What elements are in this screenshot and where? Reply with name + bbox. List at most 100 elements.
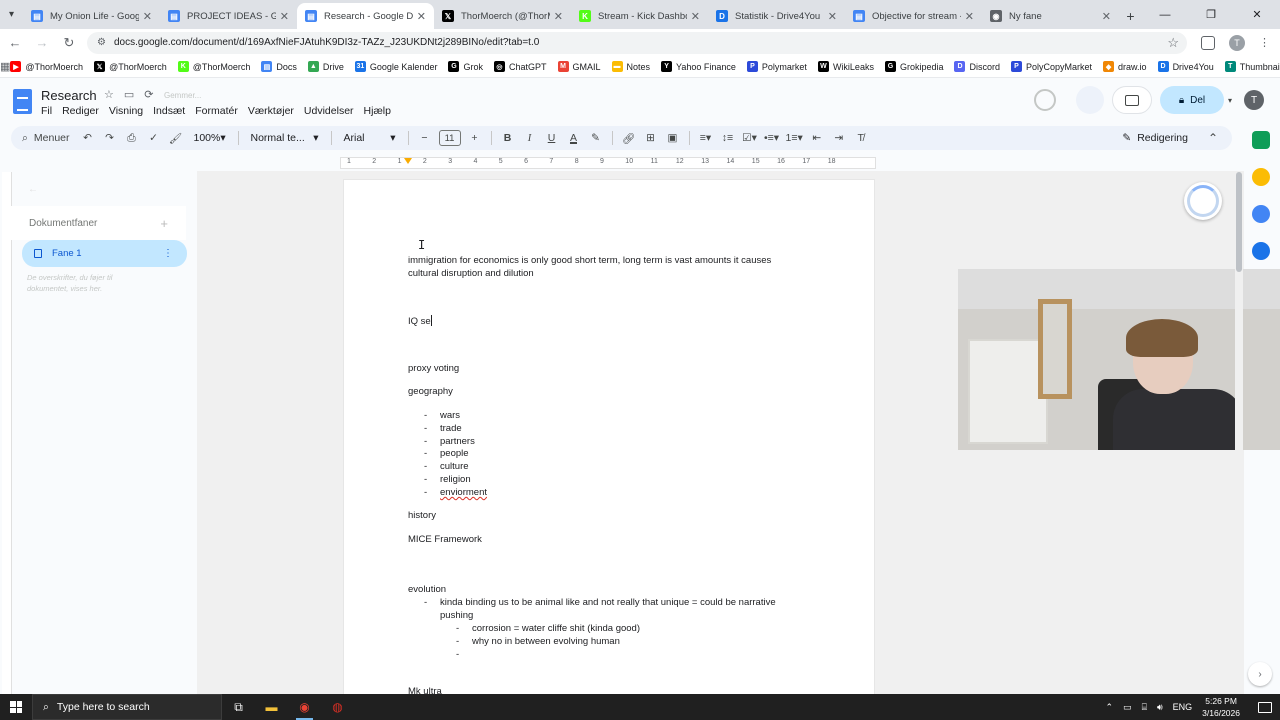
keep-icon[interactable] — [1252, 168, 1270, 186]
decrease-font-icon[interactable]: − — [415, 128, 435, 148]
paragraph-line[interactable]: evolution — [408, 584, 446, 597]
redo-icon[interactable]: ↷ — [100, 128, 120, 148]
taskbar-search-box[interactable]: ⌕ Type here to search — [32, 694, 222, 720]
bookmark-item[interactable]: D Drive4You — [1157, 61, 1214, 72]
sync-status-icon[interactable]: ⟳ — [144, 88, 153, 101]
sub-list-item[interactable]: corrosion = water cliffe shit (kinda goo… — [472, 623, 640, 636]
italic-icon[interactable]: I — [520, 128, 540, 148]
menu-item[interactable]: Rediger — [62, 105, 99, 117]
tray-overflow-icon[interactable]: ⌃ — [1106, 702, 1114, 713]
bookmark-item[interactable]: K @ThorMoerch — [177, 61, 250, 72]
apps-grid-icon[interactable]: ▦ — [0, 60, 10, 73]
sidebar-item-tab-1[interactable]: Fane 1 ⋮ — [22, 240, 187, 267]
contacts-icon[interactable] — [1252, 242, 1270, 260]
chrome-menu-icon[interactable]: ⋮ — [1259, 36, 1270, 49]
bookmark-item[interactable]: Y Yahoo Finance — [661, 61, 736, 72]
increase-font-icon[interactable]: + — [465, 128, 485, 148]
bookmark-item[interactable]: G Grok — [448, 61, 483, 72]
reload-icon[interactable]: ↻ — [57, 31, 81, 55]
close-tab-icon[interactable]: ✕ — [828, 10, 837, 23]
menu-item[interactable]: Værktøjer — [248, 105, 294, 117]
underline-icon[interactable]: U — [542, 128, 562, 148]
star-icon[interactable]: ☆ — [104, 88, 114, 101]
list-item[interactable]: religion — [440, 474, 471, 487]
search-menus-button[interactable]: ⌕ Menuer — [16, 128, 76, 148]
vertical-scrollbar[interactable] — [1235, 172, 1243, 694]
list-item[interactable]: culture — [440, 461, 469, 474]
move-folder-icon[interactable]: ▭ — [124, 88, 134, 101]
close-tab-icon[interactable]: ✕ — [417, 10, 426, 23]
menu-item[interactable]: Hjælp — [364, 105, 391, 117]
share-dropdown-icon[interactable]: ▾ — [1228, 96, 1232, 105]
paragraph-line[interactable]: proxy voting — [408, 363, 459, 376]
language-indicator[interactable]: ENG — [1173, 702, 1193, 712]
font-size-field[interactable]: 11 — [437, 128, 463, 148]
bookmark-item[interactable]: W WikiLeaks — [817, 61, 874, 72]
document-title[interactable]: Research — [41, 88, 97, 103]
list-item[interactable]: trade — [440, 423, 462, 436]
version-history-icon[interactable] — [1033, 89, 1056, 111]
bookmark-item[interactable]: D Discord — [954, 61, 1000, 72]
spellcheck-icon[interactable]: ✓ — [144, 128, 164, 148]
bookmark-item[interactable]: ▲ Drive — [307, 61, 344, 72]
notifications-icon[interactable] — [1258, 701, 1272, 713]
bookmark-item[interactable]: ◆ draw.io — [1103, 61, 1147, 72]
clock[interactable]: 5:26 PM 3/16/2026 — [1202, 695, 1240, 719]
paragraph-line[interactable]: history — [408, 510, 436, 523]
paragraph-line[interactable]: geography — [408, 386, 453, 399]
text-color-icon[interactable]: A — [564, 128, 584, 148]
restore-icon[interactable]: ❐ — [1188, 0, 1234, 29]
font-select[interactable]: Arial ▾ — [338, 128, 402, 148]
list-item[interactable]: enviorment — [440, 487, 487, 500]
browser-tab[interactable]: D Statistik - Drive4You ✕ — [708, 3, 845, 29]
scrollbar-thumb[interactable] — [1236, 172, 1242, 272]
browser-tab[interactable]: ▤ Objective for stream - Google Docs ✕ — [845, 3, 982, 29]
sub-list-item[interactable]: why no in between evolving human — [472, 636, 620, 649]
bookmark-item[interactable]: 31 Google Kalender — [354, 61, 437, 72]
close-tab-icon[interactable]: ✕ — [554, 10, 563, 23]
indent-marker[interactable] — [404, 158, 412, 164]
style-select[interactable]: Normal te... ▾ — [245, 128, 325, 148]
menu-item[interactable]: Formatér — [195, 105, 238, 117]
bookmark-item[interactable]: P Polymarket — [746, 61, 807, 72]
paragraph-line[interactable]: MICE Framework — [408, 534, 482, 547]
line-spacing-icon[interactable]: ↕≡ — [718, 128, 738, 148]
comments-button[interactable] — [1075, 86, 1104, 114]
browser-tab[interactable]: ▤ Research - Google Docs ✕ — [297, 3, 434, 29]
bookmark-item[interactable]: 𝕏 @ThorMoerch — [94, 61, 167, 72]
volume-icon[interactable]: 🔊︎ — [1157, 702, 1163, 713]
bookmark-item[interactable]: ◎ ChatGPT — [493, 61, 547, 72]
meet-video-icon[interactable] — [1111, 86, 1152, 114]
paragraph-line[interactable]: immigration for economics is only good s… — [408, 255, 771, 268]
paragraph-line[interactable]: IQ se — [408, 315, 432, 329]
explore-icon[interactable]: › — [1248, 662, 1272, 686]
tasks-icon[interactable] — [1252, 205, 1270, 223]
task-view-icon[interactable]: ⧉ — [222, 694, 255, 720]
checklist-icon[interactable]: ☑▾ — [740, 128, 760, 148]
bookmark-item[interactable]: M GMAIL — [557, 61, 601, 72]
back-arrow-icon[interactable]: ← — [28, 184, 38, 195]
add-comment-icon[interactable]: ⊞ — [641, 128, 661, 148]
tab-options-icon[interactable]: ⋮ — [163, 248, 173, 259]
obs-icon[interactable]: ◍ — [321, 694, 354, 720]
close-tab-icon[interactable]: ✕ — [691, 10, 700, 23]
editing-mode-button[interactable]: ✎ Redigering — [1110, 128, 1200, 148]
list-item[interactable]: partners — [440, 436, 475, 449]
docs-logo-icon[interactable] — [13, 89, 32, 114]
calendar-icon[interactable] — [1252, 131, 1270, 149]
bookmark-item[interactable]: ▬ Notes — [611, 61, 650, 72]
share-button[interactable]: 🔒︎ Del — [1159, 86, 1224, 114]
horizontal-ruler[interactable]: 1 2 1 2 3 4 5 6 7 8 9 10 11 12 13 14 15 16 17 18 — [340, 157, 876, 169]
close-tab-icon[interactable]: ✕ — [1102, 10, 1111, 23]
file-explorer-icon[interactable]: ▬ — [255, 694, 288, 720]
bookmark-item[interactable]: G Grokipedia — [884, 61, 943, 72]
bookmark-item[interactable]: P PolyCopyMarket — [1011, 61, 1092, 72]
list-item[interactable]: kinda binding us to be animal like and n… — [440, 597, 776, 610]
minimize-icon[interactable]: — — [1142, 0, 1188, 29]
bookmark-item[interactable]: ▤ Docs — [261, 61, 297, 72]
close-tab-icon[interactable]: ✕ — [280, 10, 289, 23]
browser-tab[interactable]: ▤ My Onion Life - Google Docs ✕ — [23, 3, 160, 29]
list-item[interactable]: people — [440, 448, 469, 461]
list-item[interactable]: wars — [440, 410, 460, 423]
close-tab-icon[interactable]: ✕ — [965, 10, 974, 23]
